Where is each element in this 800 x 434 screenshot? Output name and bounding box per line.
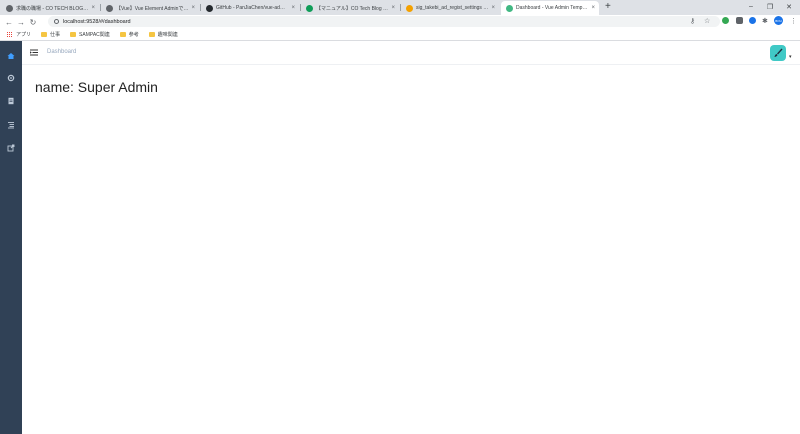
key-icon[interactable]: ⚷ xyxy=(690,17,695,25)
user-dropdown-caret-icon[interactable]: ▾ xyxy=(789,54,792,60)
spinner-icon xyxy=(106,4,113,12)
address-bar[interactable]: localhost:9528/#/dashboard xyxy=(48,16,720,27)
user-avatar[interactable] xyxy=(770,45,786,61)
bookmark-label: SAMPAC関連 xyxy=(79,32,110,38)
spinner-icon xyxy=(6,4,13,12)
folder-icon xyxy=(119,32,126,37)
dashboard-container: name: Super Admin xyxy=(22,65,800,434)
vue-icon xyxy=(506,4,513,12)
tab-separator xyxy=(300,4,301,11)
browser-tab[interactable]: sig_takebi_ad_regist_settings - L... × xyxy=(401,1,499,15)
extensions-puzzle-icon[interactable]: ✱ xyxy=(762,17,768,25)
browser-tab-strip: 求職の職場 - CO TECH BLOG - ... × 【Vue】Vue Elem… xyxy=(0,0,800,15)
reload-icon[interactable]: ↻ xyxy=(27,18,39,27)
tab-close-icon[interactable]: × xyxy=(591,5,595,11)
bookmark-folder[interactable]: 趣味関連 xyxy=(148,31,178,38)
sheets-icon xyxy=(306,4,313,12)
forward-icon[interactable]: → xyxy=(15,18,27,27)
tab-close-icon[interactable]: × xyxy=(91,5,95,11)
chart-icon xyxy=(406,4,413,12)
bookmark-label: アプリ xyxy=(16,32,32,38)
avatar-brush-icon xyxy=(774,48,783,57)
bookmark-label: 参考 xyxy=(128,32,139,38)
tab-separator xyxy=(200,4,201,11)
close-window-button[interactable]: ✕ xyxy=(781,0,797,13)
url-text: localhost:9528/#/dashboard xyxy=(63,18,131,25)
tab-title: GitHub - PanJiaChen/vue-admi... xyxy=(216,5,289,11)
dashboard-text: name: Super Admin xyxy=(35,79,158,95)
github-icon xyxy=(206,4,213,12)
browser-tab[interactable]: 求職の職場 - CO TECH BLOG - ... × xyxy=(1,1,99,15)
extension-icon[interactable] xyxy=(736,17,743,24)
bookmark-label: 趣味関連 xyxy=(157,32,178,38)
sidebar xyxy=(0,41,22,434)
example-icon[interactable] xyxy=(7,74,15,82)
tab-title: sig_takebi_ad_regist_settings - L... xyxy=(416,5,489,11)
apps-grid-icon xyxy=(7,31,13,38)
dashboard-icon[interactable] xyxy=(7,52,15,60)
tab-close-icon[interactable]: × xyxy=(491,5,495,11)
browser-tab[interactable]: GitHub - PanJiaChen/vue-admi... × xyxy=(201,1,299,15)
bookmark-folder[interactable]: SAMPAC関連 xyxy=(70,31,110,38)
nested-icon[interactable] xyxy=(7,121,15,129)
browser-tab[interactable]: Dashboard - Vue Admin Templa... × xyxy=(501,1,599,15)
external-link-icon[interactable] xyxy=(7,144,15,152)
bookmark-folder[interactable]: 仕事 xyxy=(41,31,60,38)
tab-separator xyxy=(400,4,401,11)
extension-icon[interactable] xyxy=(722,17,729,24)
tab-separator xyxy=(100,4,101,11)
browser-menu-icon[interactable]: ⋮ xyxy=(790,17,797,25)
minimize-button[interactable]: – xyxy=(743,0,759,13)
bookmark-apps[interactable]: アプリ xyxy=(7,31,31,38)
app-navbar: Dashboard ▾ xyxy=(22,41,800,65)
browser-tab[interactable]: 【マニュアル】CO Tech Blog - Goog...× xyxy=(301,1,399,15)
bookmark-folder[interactable]: 参考 xyxy=(119,31,139,38)
tab-close-icon[interactable]: × xyxy=(291,5,295,11)
bookmark-label: 仕事 xyxy=(50,32,61,38)
bookmark-star-icon[interactable]: ☆ xyxy=(704,17,710,25)
form-icon[interactable] xyxy=(7,97,15,105)
bookmarks-bar: アプリ 仕事 SAMPAC関連 参考 趣味関連 xyxy=(0,29,800,41)
maximize-button[interactable]: ❐ xyxy=(762,0,778,13)
browser-tab[interactable]: 【Vue】Vue Element Adminで簡単...× xyxy=(101,1,199,15)
tab-title: 【マニュアル】CO Tech Blog - Goog... xyxy=(316,5,388,12)
folder-icon xyxy=(148,32,155,37)
info-icon[interactable] xyxy=(54,19,59,24)
tab-close-icon[interactable]: × xyxy=(191,5,195,11)
tab-title: 求職の職場 - CO TECH BLOG - ... xyxy=(16,5,89,12)
tab-title: 【Vue】Vue Element Adminで簡単... xyxy=(116,5,189,12)
tab-close-icon[interactable]: × xyxy=(391,5,395,11)
extension-icon[interactable] xyxy=(749,17,756,24)
new-tab-button[interactable]: + xyxy=(605,1,611,13)
tab-title: Dashboard - Vue Admin Templa... xyxy=(516,5,589,11)
breadcrumb[interactable]: Dashboard xyxy=(47,49,76,55)
profile-avatar[interactable]: BOU xyxy=(774,16,783,25)
folder-icon xyxy=(70,32,77,37)
back-icon[interactable]: ← xyxy=(3,18,15,27)
hamburger-icon[interactable] xyxy=(30,49,38,56)
folder-icon xyxy=(41,32,48,37)
